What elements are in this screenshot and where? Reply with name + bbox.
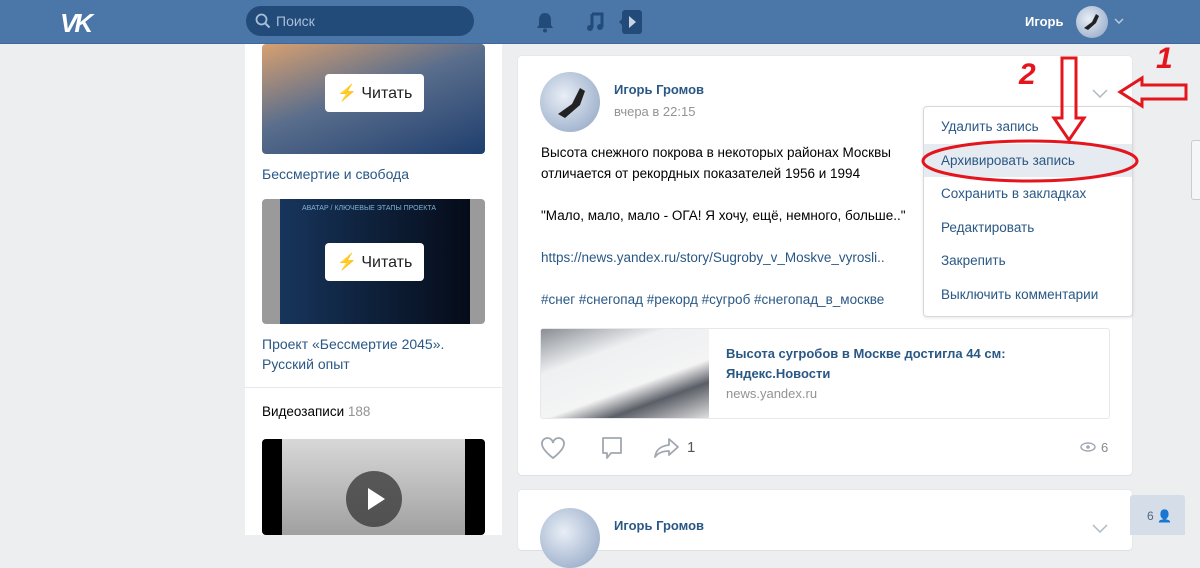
search-icon bbox=[255, 13, 271, 29]
article-title[interactable]: Бессмертие и свобода bbox=[262, 164, 409, 184]
user-name[interactable]: Игорь bbox=[1025, 14, 1063, 29]
annotation-step-1: 1 bbox=[1156, 42, 1173, 75]
read-label: Читать bbox=[361, 254, 413, 271]
menu-item-archive[interactable]: Архивировать запись bbox=[924, 143, 1132, 177]
post-text: Высота снежного покрова в некоторых райо… bbox=[541, 142, 981, 310]
comment-icon[interactable] bbox=[600, 436, 624, 462]
person-icon: 👤 bbox=[1157, 509, 1172, 523]
views-icon bbox=[1080, 442, 1096, 452]
bell-icon[interactable] bbox=[535, 11, 555, 33]
music-icon[interactable] bbox=[585, 11, 605, 33]
menu-item-edit[interactable]: Редактировать bbox=[924, 211, 1132, 245]
videos-label: Видеозаписи bbox=[262, 404, 345, 419]
scorpion-icon bbox=[558, 88, 585, 118]
video-thumbnail[interactable] bbox=[262, 439, 485, 535]
post-time[interactable]: вчера в 22:15 bbox=[614, 104, 695, 119]
menu-item-delete[interactable]: Удалить запись bbox=[924, 110, 1132, 144]
post-text-line: отличается от рекордных показателей 1956… bbox=[541, 166, 861, 181]
left-column: ⚡ Читать Бессмертие и свобода АВАТАР / К… bbox=[245, 44, 502, 535]
article-title[interactable]: Проект «Бессмертие 2045». Русский опыт bbox=[262, 334, 482, 374]
views-count: 6 bbox=[1101, 440, 1109, 455]
author-avatar[interactable] bbox=[540, 508, 600, 568]
chevron-down-icon[interactable] bbox=[1114, 18, 1124, 24]
post-author[interactable]: Игорь Громов bbox=[614, 82, 704, 97]
read-label: Читать bbox=[361, 85, 413, 102]
menu-item-pin[interactable]: Закрепить bbox=[924, 244, 1132, 278]
post-author[interactable]: Игорь Громов bbox=[614, 518, 704, 533]
play-icon[interactable] bbox=[346, 471, 402, 527]
article-thumbnail[interactable]: ⚡ Читать bbox=[262, 44, 485, 154]
share-count: 1 bbox=[687, 439, 696, 456]
friends-online-count: 6 bbox=[1147, 509, 1154, 523]
snippet-domain: news.yandex.ru bbox=[726, 386, 818, 401]
friends-online-badge[interactable]: 6 👤 bbox=[1130, 495, 1185, 535]
divider bbox=[245, 387, 502, 388]
post-actions-menu: Удалить запись Архивировать запись Сохра… bbox=[923, 106, 1133, 317]
post-menu-chevron-icon[interactable] bbox=[1092, 524, 1108, 533]
search-input[interactable]: Поиск bbox=[246, 6, 474, 36]
author-avatar[interactable] bbox=[540, 72, 600, 132]
video-play-icon[interactable] bbox=[619, 10, 643, 34]
like-icon[interactable] bbox=[540, 436, 566, 460]
post-text-line: Высота снежного покрова в некоторых райо… bbox=[541, 145, 891, 160]
link-snippet[interactable]: Высота сугробов в Москве достигла 44 см:… bbox=[540, 328, 1110, 419]
post-hashtags[interactable]: #снег #снегопад #рекорд #сугроб #снегопа… bbox=[541, 292, 884, 307]
post-card: Игорь Громов bbox=[518, 490, 1132, 568]
top-bar: VK Поиск Игорь bbox=[0, 0, 1200, 44]
scrollbar-handle[interactable] bbox=[1191, 140, 1200, 200]
search-placeholder: Поиск bbox=[276, 13, 315, 29]
post-link[interactable]: https://news.yandex.ru/story/Sugroby_v_M… bbox=[541, 250, 885, 265]
share-icon[interactable] bbox=[653, 437, 681, 459]
user-avatar[interactable] bbox=[1076, 6, 1108, 38]
annotation-step-2: 2 bbox=[1019, 58, 1036, 91]
article-thumbnail[interactable]: АВАТАР / КЛЮЧЕВЫЕ ЭТАПЫ ПРОЕКТА ⚡ Читать bbox=[262, 199, 485, 324]
thumb-heading: АВАТАР / КЛЮЧЕВЫЕ ЭТАПЫ ПРОЕКТА bbox=[302, 205, 437, 212]
vk-logo[interactable]: VK bbox=[60, 8, 93, 39]
snippet-image bbox=[541, 329, 709, 418]
post-quote: "Мало, мало, мало - ОГА! Я хочу, ещё, не… bbox=[541, 208, 906, 223]
menu-item-bookmark[interactable]: Сохранить в закладках bbox=[924, 177, 1132, 211]
menu-item-disable-comments[interactable]: Выключить комментарии bbox=[924, 278, 1132, 312]
snippet-title[interactable]: Высота сугробов в Москве достигла 44 см:… bbox=[726, 344, 1066, 384]
read-button[interactable]: ⚡ Читать bbox=[325, 74, 425, 112]
videos-count: 188 bbox=[347, 404, 371, 419]
videos-header[interactable]: Видеозаписи 188 bbox=[262, 404, 370, 419]
post-menu-chevron-icon[interactable] bbox=[1092, 89, 1108, 98]
scorpion-icon bbox=[1084, 14, 1099, 30]
read-button[interactable]: ⚡ Читать bbox=[325, 243, 425, 281]
